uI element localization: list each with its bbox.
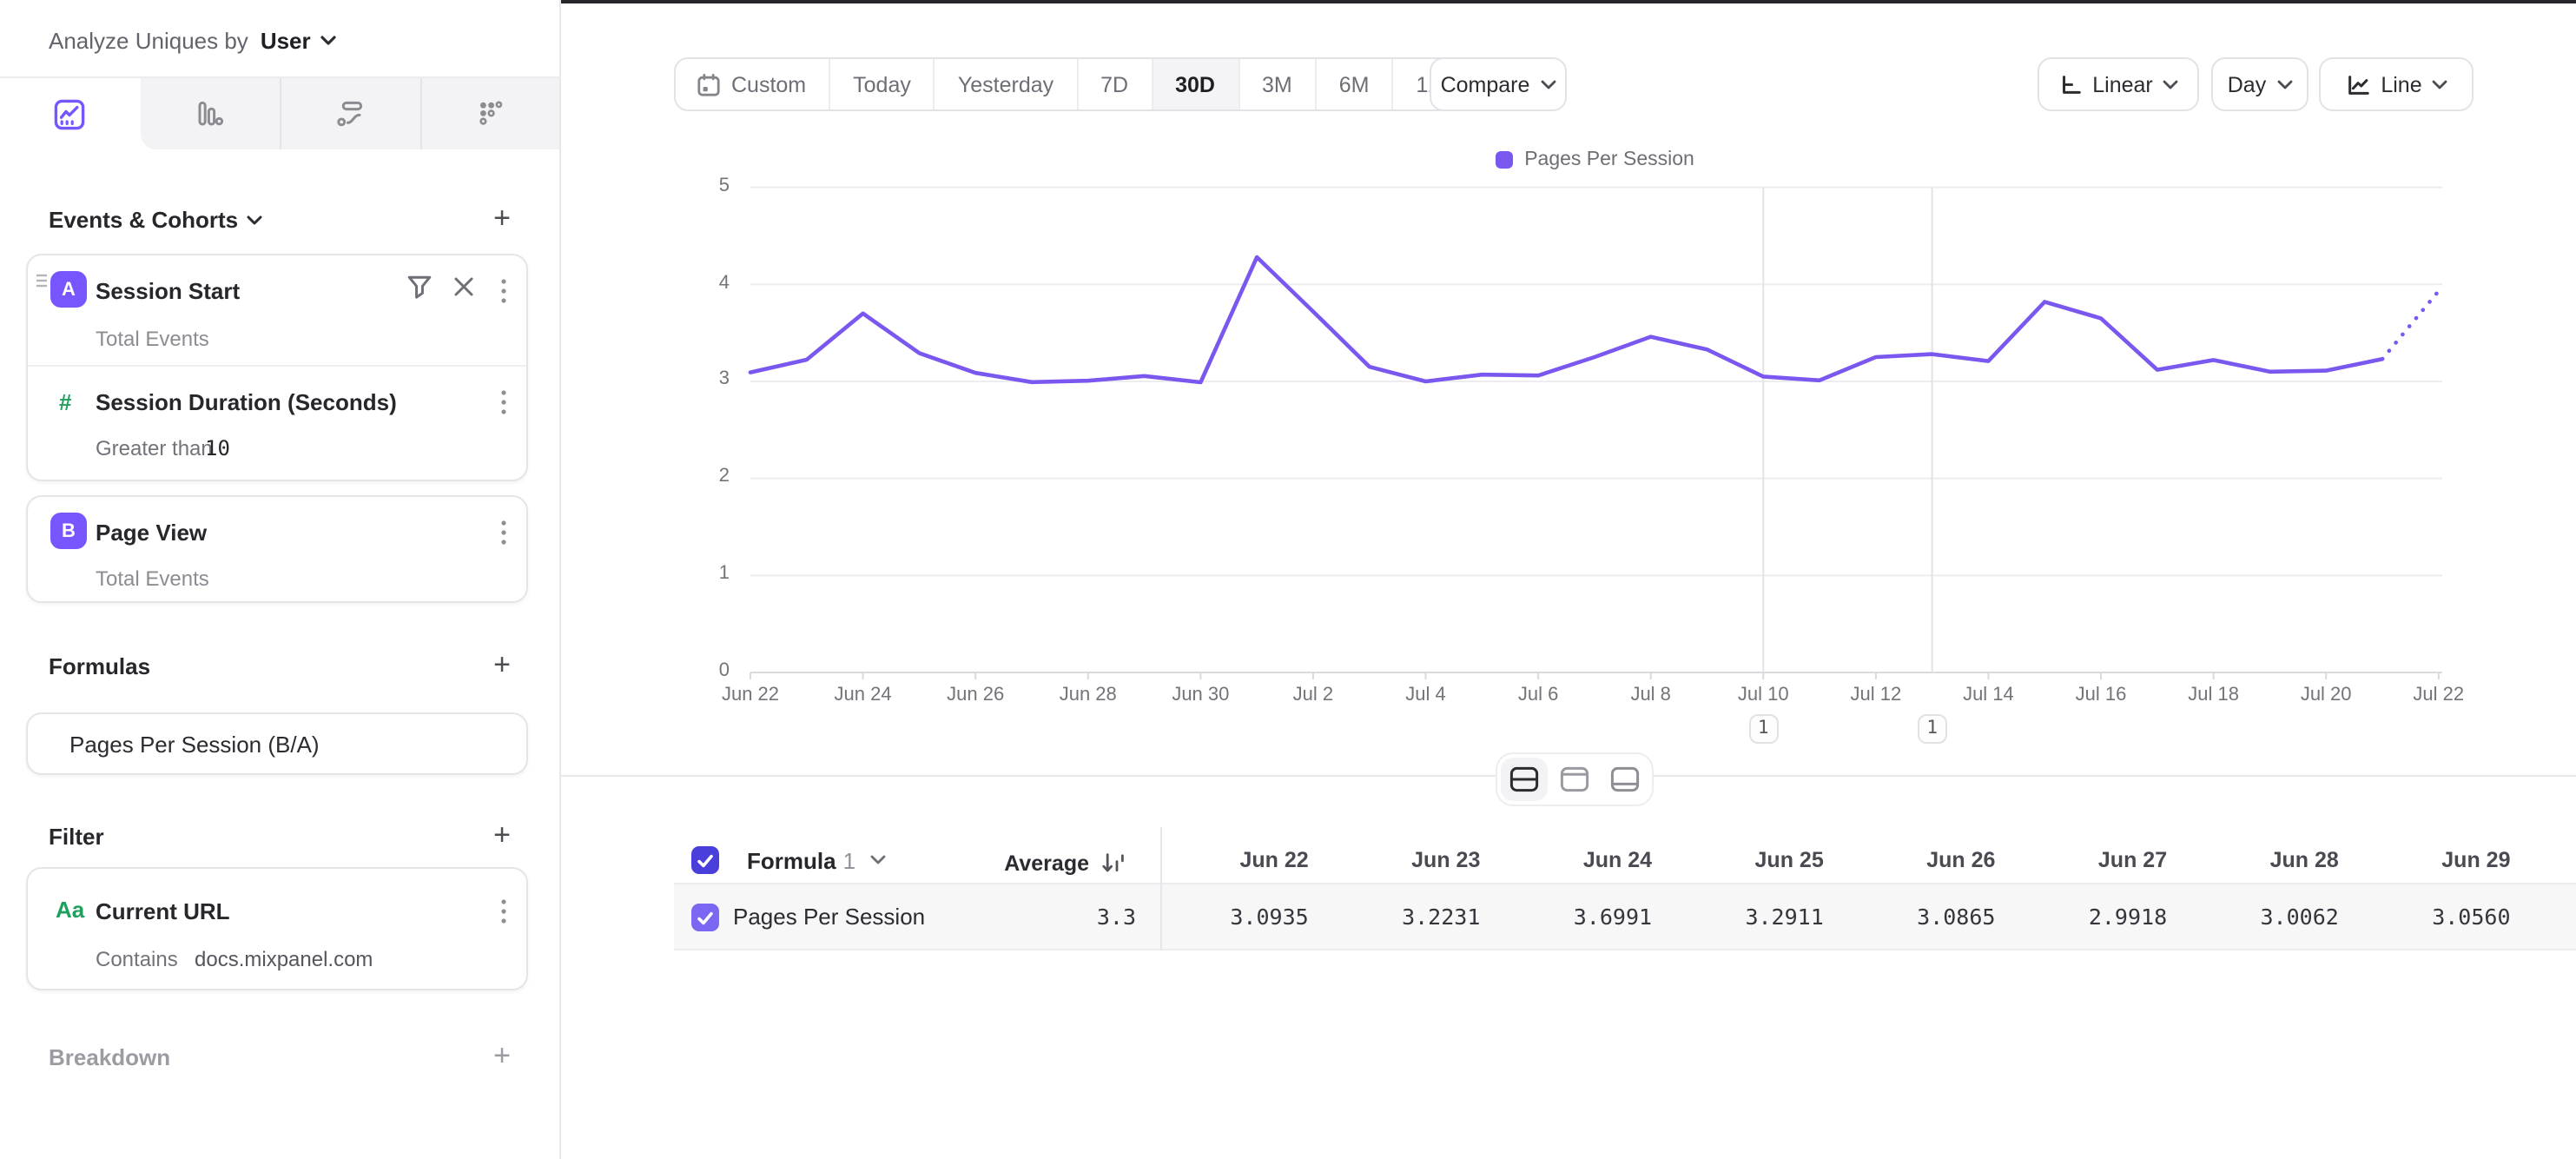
x-axis-tick-label: Jul 14	[1948, 684, 2028, 705]
chart-line-solid[interactable]	[750, 257, 2382, 382]
y-axis-tick-label: 5	[667, 176, 730, 196]
table-header-cell: Jun 24	[1503, 838, 1675, 883]
line-chart[interactable]	[0, 0, 2576, 1159]
chart-view-icon	[1560, 766, 1589, 792]
group-number: 1	[843, 847, 855, 873]
table-view-icon	[1610, 766, 1640, 792]
table-header-cell: Jun 23	[1332, 838, 1504, 883]
table-header-cell: Jun 28	[2190, 838, 2362, 883]
x-axis-tick-label: Jun 22	[710, 684, 790, 705]
split-view-button[interactable]	[1501, 758, 1548, 801]
table-header-cell: Jun 26	[1847, 838, 2019, 883]
x-axis-tick-label: Jul 12	[1836, 684, 1916, 705]
table-row-values: 3.09353.22313.69913.29113.08652.99183.00…	[1160, 884, 2534, 950]
table-cell: 2.9918	[2018, 884, 2190, 950]
x-axis-tick-label: Jul 18	[2174, 684, 2254, 705]
table-header-cell: Jun 27	[2018, 838, 2190, 883]
chart-view-button[interactable]	[1551, 758, 1598, 801]
annotation-badge[interactable]: 1	[1748, 713, 1778, 743]
x-axis-tick-label: Jun 28	[1048, 684, 1128, 705]
y-axis-tick-label: 4	[667, 272, 730, 293]
table-cell: 3.2911	[1675, 884, 1847, 950]
x-axis-tick-label: Jul 20	[2286, 684, 2366, 705]
x-axis-tick-label: Jun 24	[823, 684, 903, 705]
select-all-checkbox[interactable]	[691, 846, 719, 874]
table-group-header: Formula 1	[691, 838, 885, 883]
x-axis-tick-label: Jun 26	[935, 684, 1015, 705]
table-view-button[interactable]	[1602, 758, 1648, 801]
check-icon	[697, 910, 714, 925]
split-view-icon	[1509, 766, 1539, 792]
check-icon	[697, 852, 714, 868]
x-axis-tick-label: Jul 4	[1386, 684, 1466, 705]
sort-descending-icon[interactable]	[1101, 850, 1127, 876]
chart-line-dotted-incomplete[interactable]	[2382, 291, 2439, 359]
y-axis-tick-label: 1	[667, 563, 730, 584]
table-cell: 3.0560	[2362, 884, 2534, 950]
y-axis-tick-label: 2	[667, 467, 730, 487]
table-header-cell: Jun 29	[2362, 838, 2534, 883]
table-cell: 3.0865	[1847, 884, 2019, 950]
table-row-average: 3.3	[973, 884, 1136, 950]
x-axis-tick-label: Jun 30	[1160, 684, 1240, 705]
layout-toggle-group	[1496, 752, 1654, 806]
y-axis-tick-label: 3	[667, 369, 730, 390]
table-cell: 3.6991	[1503, 884, 1675, 950]
insights-report-page: Analyze Uniques by User	[0, 0, 2576, 1159]
row-checkbox[interactable]	[691, 904, 719, 931]
group-label[interactable]: Formula	[747, 847, 836, 873]
x-axis-tick-label: Jul 10	[1723, 684, 1803, 705]
x-axis-tick-label: Jul 16	[2061, 684, 2141, 705]
table-cell: 3.0062	[2190, 884, 2362, 950]
x-axis-tick-label: Jul 6	[1498, 684, 1578, 705]
x-axis-tick-label: Jul 2	[1273, 684, 1353, 705]
x-axis-tick-label: Jul 22	[2399, 684, 2479, 705]
table-cell: 3.2231	[1332, 884, 1504, 950]
annotation-badge[interactable]: 1	[1918, 713, 1947, 743]
table-header-cell: Jun 22	[1160, 838, 1332, 883]
y-axis-tick-label: 0	[667, 660, 730, 681]
table-row-name[interactable]: Pages Per Session	[733, 884, 925, 950]
table-cell: 3.0935	[1160, 884, 1332, 950]
average-column-header[interactable]: Average	[869, 851, 1089, 876]
table-header-cell: Jun 25	[1675, 838, 1847, 883]
table-date-headers: Jun 22Jun 23Jun 24Jun 25Jun 26Jun 27Jun …	[1160, 838, 2534, 883]
x-axis-tick-label: Jul 8	[1611, 684, 1691, 705]
